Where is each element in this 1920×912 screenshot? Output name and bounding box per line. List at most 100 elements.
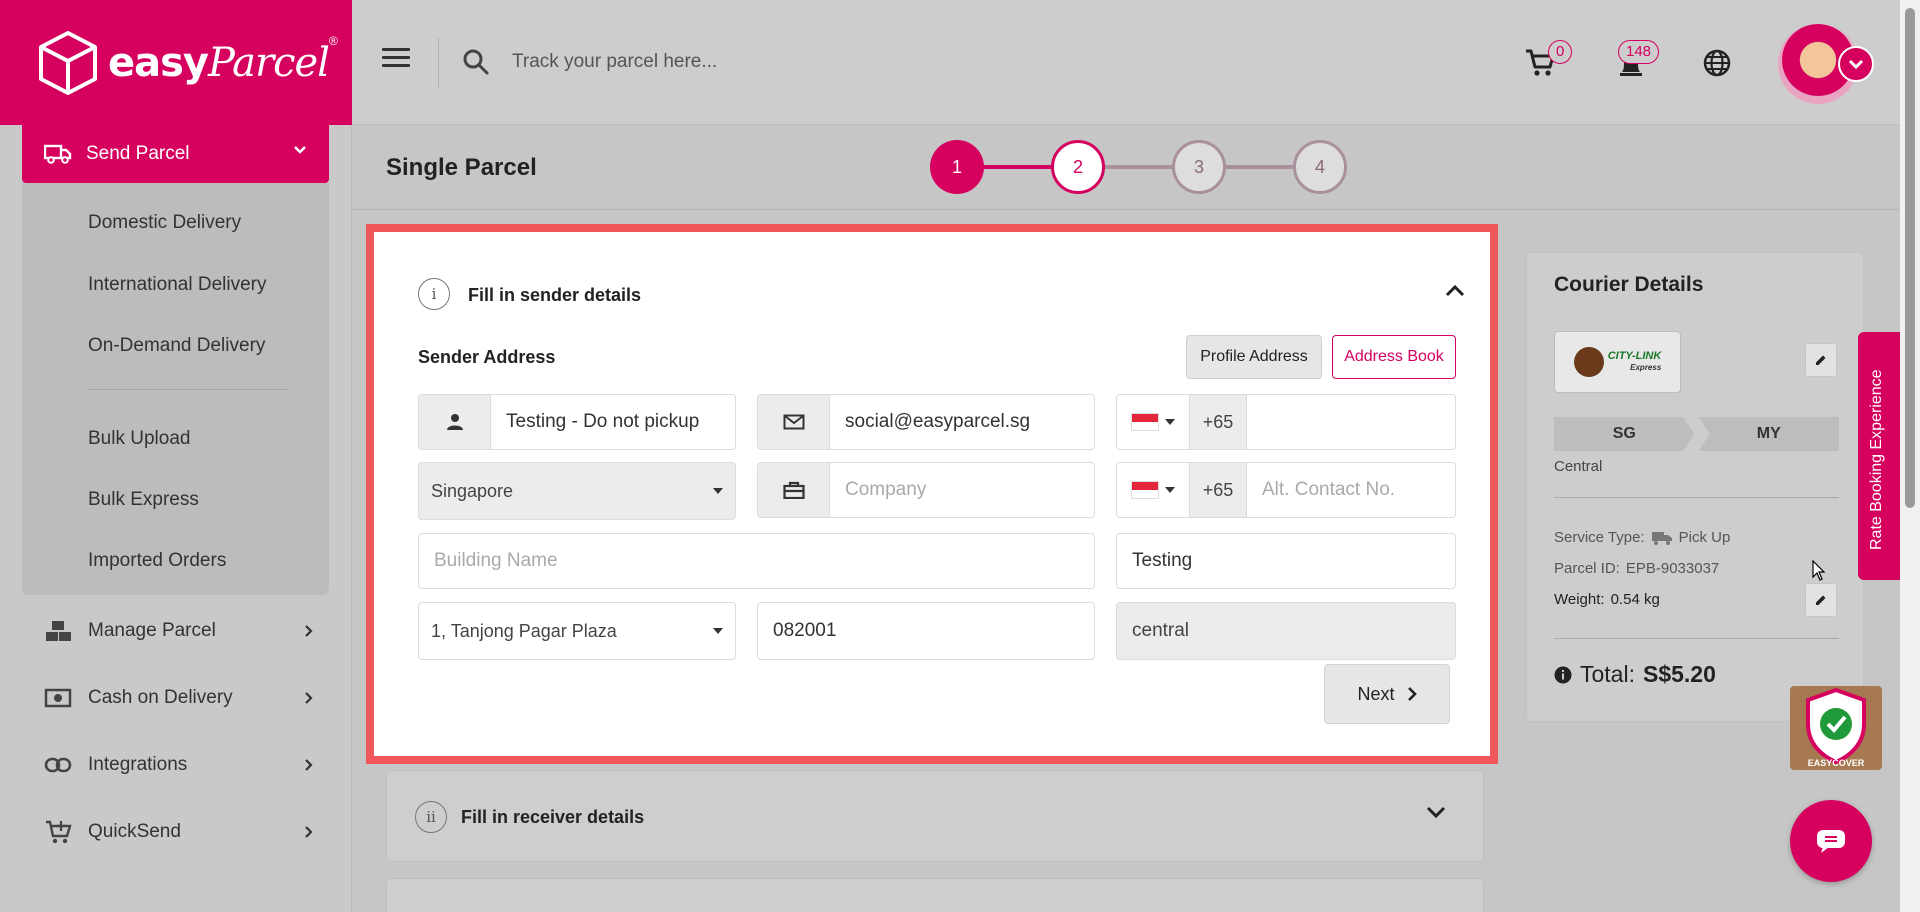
shield-check-icon: EASYCOVER [1806, 687, 1866, 768]
page-title: Single Parcel [386, 154, 537, 181]
step-3[interactable]: 3 [1172, 140, 1226, 194]
phone-code: +65 [1189, 395, 1247, 449]
chevron-right-icon [305, 692, 313, 704]
next-button[interactable]: Next [1324, 664, 1450, 724]
sidebar-item-international-delivery[interactable]: International Delivery [88, 274, 266, 296]
street-value: 1, Tanjong Pagar Plaza [431, 620, 617, 641]
pencil-icon [1816, 595, 1826, 605]
sidebar-item-label: Send Parcel [86, 143, 190, 164]
next-label: Next [1357, 683, 1395, 704]
boxes-icon [46, 621, 71, 641]
chat-button[interactable] [1790, 800, 1872, 882]
country-code-select[interactable] [1117, 395, 1189, 449]
sidebar-item-bulk-upload[interactable]: Bulk Upload [88, 428, 190, 450]
info-icon[interactable] [1554, 666, 1572, 684]
courier-details-title: Courier Details [1554, 273, 1704, 296]
receiver-details-card[interactable]: ii Fill in receiver details [386, 770, 1484, 862]
sidebar-item-label: Integrations [88, 754, 188, 775]
country-select[interactable]: Singapore [418, 462, 736, 520]
courier-details-panel: Courier Details CITY-LINK Express SG MY … [1526, 252, 1864, 722]
envelope-icon [758, 395, 830, 449]
brand-registered: ® [328, 34, 338, 48]
route-indicator: SG MY [1554, 417, 1839, 451]
truck-icon [1651, 531, 1672, 545]
alt-country-code-select[interactable] [1117, 463, 1189, 517]
sidebar-item-quicksend[interactable]: QuickSend [44, 812, 314, 852]
courier-logo: CITY-LINK Express [1554, 331, 1681, 393]
cart-count-badge: 0 [1548, 40, 1573, 64]
weight-label: Weight: [1554, 591, 1605, 608]
chevron-up-icon[interactable] [1444, 284, 1466, 298]
alt-contact-input[interactable] [1247, 463, 1455, 517]
parcel-id-label: Parcel ID: [1554, 560, 1620, 577]
company-field [757, 462, 1095, 518]
origin-region: Central [1554, 458, 1603, 475]
sidebar-item-imported-orders[interactable]: Imported Orders [88, 550, 226, 572]
page-scrollbar[interactable] [1900, 0, 1920, 912]
sidebar-item-manage-parcel[interactable]: Manage Parcel [44, 611, 314, 651]
sender-details-card: i Fill in sender details Sender Address … [366, 224, 1498, 764]
search-icon[interactable] [462, 48, 490, 76]
sidebar-item-label: Manage Parcel [88, 620, 216, 641]
rate-booking-experience-tab[interactable]: Rate Booking Experience [1858, 332, 1900, 580]
step-1[interactable]: 1 [930, 140, 984, 194]
brand-logo[interactable]: easyParcel ® [0, 0, 352, 125]
step-connector [1222, 165, 1296, 169]
building-name-input[interactable] [419, 534, 1094, 588]
briefcase-icon [758, 463, 830, 517]
scrollbar-thumb[interactable] [1905, 8, 1915, 508]
sidebar-item-send-parcel[interactable]: Send Parcel [22, 125, 329, 183]
step-4[interactable]: 4 [1293, 140, 1347, 194]
sidebar-item-domestic-delivery[interactable]: Domestic Delivery [88, 212, 241, 234]
sidebar-item-on-demand-delivery[interactable]: On-Demand Delivery [88, 335, 265, 357]
hamburger-icon[interactable] [382, 48, 410, 68]
parcel-details-card[interactable] [386, 878, 1484, 912]
sender-name-input[interactable] [491, 395, 735, 449]
brand-name: easyParcel [108, 39, 330, 86]
link-icon [44, 757, 72, 773]
account-menu-toggle[interactable] [1838, 46, 1874, 82]
sender-email-field [757, 394, 1095, 450]
sidebar-item-cash-on-delivery[interactable]: Cash on Delivery [44, 678, 314, 718]
sidebar-item-bulk-express[interactable]: Bulk Express [88, 489, 199, 511]
country-value: Singapore [431, 480, 514, 501]
top-bar: 0 148 [352, 0, 1900, 125]
send-parcel-submenu: Domestic Delivery International Delivery… [22, 183, 329, 595]
address-book-button[interactable]: Address Book [1332, 335, 1456, 379]
postcode-input[interactable] [758, 603, 1094, 659]
postcode-field [757, 602, 1095, 660]
area-value: central [1132, 620, 1190, 641]
track-parcel-input[interactable] [512, 42, 932, 82]
chevron-down-icon[interactable] [1425, 805, 1447, 819]
divider [1554, 497, 1839, 498]
sender-name-field [418, 394, 736, 450]
section-number-badge: i [418, 278, 450, 310]
service-type-value: Pick Up [1678, 529, 1731, 546]
address-line-input[interactable] [1117, 534, 1455, 588]
sender-phone-field: +65 [1116, 394, 1456, 450]
sender-phone-input[interactable] [1247, 395, 1455, 449]
edit-weight-button[interactable] [1805, 583, 1837, 617]
total-value: S$5.20 [1642, 661, 1716, 687]
parcel-id-value: EPB-9033037 [1625, 560, 1720, 577]
street-select[interactable]: 1, Tanjong Pagar Plaza [418, 602, 736, 660]
globe-icon[interactable] [1702, 48, 1732, 78]
chevron-right-icon [305, 759, 313, 771]
easycover-badge[interactable]: EASYCOVER [1790, 686, 1882, 770]
divider [438, 38, 439, 88]
sidebar: Send Parcel Domestic Delivery Internatio… [0, 125, 352, 912]
profile-address-button[interactable]: Profile Address [1186, 335, 1322, 379]
citylink-mascot-icon [1573, 347, 1604, 377]
cash-icon [44, 688, 72, 708]
alt-phone-code: +65 [1189, 463, 1247, 517]
sidebar-item-integrations[interactable]: Integrations [44, 745, 314, 785]
edit-courier-button[interactable] [1805, 343, 1837, 377]
step-2[interactable]: 2 [1051, 140, 1105, 194]
singapore-flag-icon [1131, 413, 1159, 431]
rate-tab-label: Rate Booking Experience [1868, 369, 1885, 550]
step-connector [1101, 165, 1175, 169]
sender-email-input[interactable] [830, 395, 1094, 449]
company-input[interactable] [830, 463, 1094, 517]
caret-down-icon [1165, 419, 1175, 425]
service-type-row: Service Type: Pick Up [1554, 529, 1730, 546]
